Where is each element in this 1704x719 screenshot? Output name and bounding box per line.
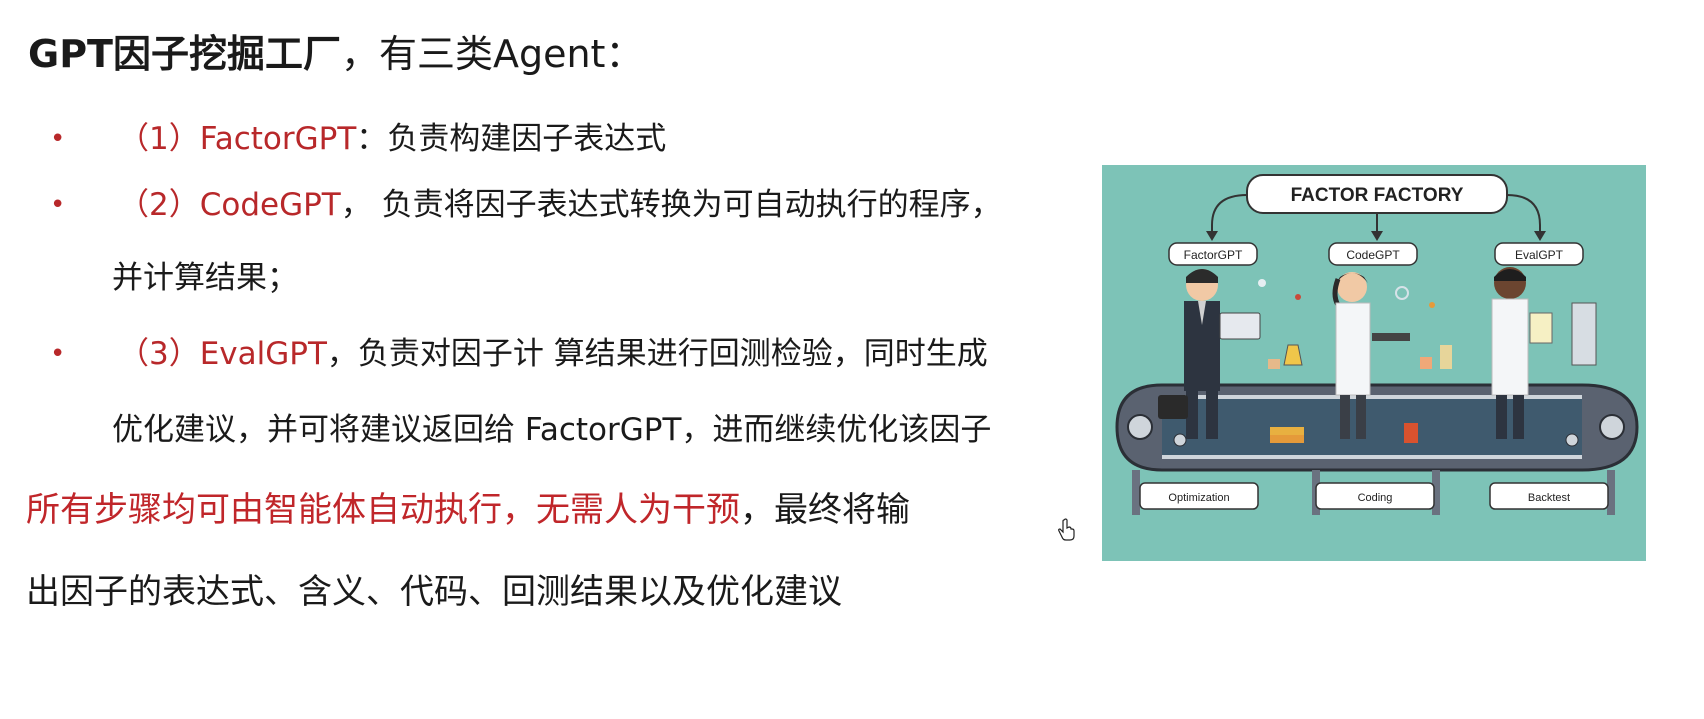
bullet-text: （3）EvalGPT，负责对因子计 算结果进行回测检验，同时生成 [118,331,988,377]
agent-label: （1）FactorGPT [118,121,357,157]
summary-highlight: 所有步骤均可由智能体自动执行，无需人为干预 [26,490,740,530]
briefcase [1158,395,1188,419]
agent-tag-codegpt: CodeGPT [1346,248,1400,262]
summary-rest: ，最终将输 [740,490,910,530]
arrow-left [1211,194,1248,235]
arrow-right-head [1534,231,1546,241]
agent-label: （2）CodeGPT [118,187,341,223]
gear-icon [1127,414,1153,440]
bullet-marker: • [50,190,66,220]
slide-title: GPT因子挖掘工厂，有三类Agent： [28,26,643,82]
station-optimization: Optimization [1168,492,1229,504]
title-bold: GPT因子挖掘工厂 [28,32,341,76]
factor-factory-illustration: FACTOR FACTORY FactorGPT CodeGPT EvalGPT [1102,165,1646,561]
arrow-left-head [1206,231,1218,241]
hand-cursor-icon [1058,518,1075,541]
agent-tag-factorgpt: FactorGPT [1184,248,1243,262]
arrow-right [1506,194,1541,235]
bullet-marker: • [50,124,66,154]
station-backtest: Backtest [1528,492,1570,504]
bullet-text: （1）FactorGPT：负责构建因子表达式 [118,116,666,162]
agent-description: ：负责构建因子表达式 [356,121,667,157]
bullet-text: （2）CodeGPT， 负责将因子表达式转换为可自动执行的程序， [118,182,1002,228]
agent-description: ， 负责将因子表达式转换为可自动执行的程序， [340,187,1002,223]
summary-line-1: 所有步骤均可由智能体自动执行，无需人为干预，最终将输 [26,484,910,536]
agent-description: ，负责对因子计 算结果进行回测检验，同时生成 [326,336,988,372]
laptop [1372,333,1410,341]
agent-label: （3）EvalGPT [118,336,327,372]
clipboard [1529,312,1553,344]
slide: GPT因子挖掘工厂，有三类Agent： • （1）FactorGPT：负责构建因… [0,0,1704,719]
bullet-continuation-3: 优化建议，并可将建议返回给 FactorGPT，进而继续优化该因子 [112,412,992,448]
banner-label: FACTOR FACTORY [1291,185,1464,206]
station-coding: Coding [1358,492,1393,504]
title-rest: ，有三类Agent： [340,32,644,76]
agent-tag-evalgpt: EvalGPT [1515,248,1564,262]
gear-icon [1599,414,1625,440]
monitor [1571,302,1597,366]
summary-line-2: 出因子的表达式、含义、代码、回测结果以及优化建议 [26,572,842,612]
bullet-continuation-2: 并计算结果； [112,260,298,296]
laptop [1219,312,1261,340]
bullet-marker: • [50,339,66,369]
arrow-middle-head [1371,231,1383,241]
